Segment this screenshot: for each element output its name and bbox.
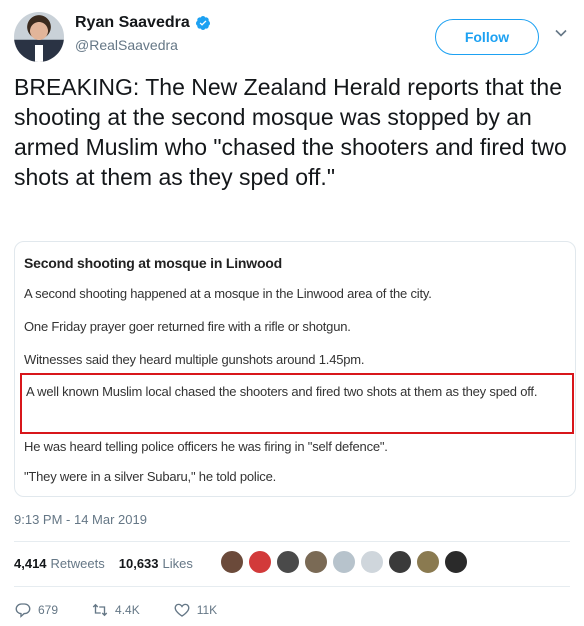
- verified-badge-icon: [195, 16, 210, 30]
- chevron-down-icon[interactable]: [554, 26, 568, 40]
- reply-action[interactable]: 679: [14, 601, 58, 619]
- liker-avatar[interactable]: [248, 550, 272, 574]
- author-display-name[interactable]: Ryan Saavedra: [75, 14, 190, 32]
- retweet-action-count: 4.4K: [115, 603, 140, 617]
- article-paragraph: Witnesses said they heard multiple gunsh…: [24, 352, 365, 367]
- retweet-count[interactable]: 4,414: [14, 556, 47, 571]
- divider: [14, 541, 570, 542]
- divider: [14, 586, 570, 587]
- reply-count: 679: [38, 603, 59, 617]
- article-paragraph: He was heard telling police officers he …: [24, 439, 388, 454]
- retweet-icon: [92, 603, 108, 617]
- tweet-text: BREAKING: The New Zealand Herald reports…: [14, 74, 567, 190]
- liker-avatar[interactable]: [388, 550, 412, 574]
- liker-avatar[interactable]: [332, 550, 356, 574]
- reply-icon: [15, 603, 31, 618]
- liker-avatar[interactable]: [304, 550, 328, 574]
- tweet-timestamp[interactable]: 9:13 PM - 14 Mar 2019: [14, 512, 147, 527]
- article-paragraph: A second shooting happened at a mosque i…: [24, 286, 432, 301]
- liker-avatars: [220, 550, 472, 574]
- article-paragraph: One Friday prayer goer returned fire wit…: [24, 319, 351, 334]
- tweet-header: Ryan Saavedra @RealSaavedra Follow: [14, 12, 574, 62]
- liker-avatar[interactable]: [360, 550, 384, 574]
- like-action-count: 11K: [196, 603, 218, 617]
- like-action[interactable]: 11K: [173, 601, 217, 619]
- heart-icon: [174, 603, 190, 617]
- engagement-stats: 4,414 Retweets 10,633 Likes: [14, 556, 193, 571]
- like-count[interactable]: 10,633: [119, 556, 159, 571]
- article-screenshot[interactable]: Second shooting at mosque in Linwood A s…: [14, 241, 576, 497]
- author-name-row: Ryan Saavedra: [75, 14, 211, 32]
- follow-button[interactable]: Follow: [435, 19, 539, 55]
- retweet-label[interactable]: Retweets: [51, 556, 105, 571]
- liker-avatar[interactable]: [444, 550, 468, 574]
- article-title: Second shooting at mosque in Linwood: [24, 255, 283, 271]
- tweet-actions: 679 4.4K 11K: [14, 601, 250, 619]
- avatar[interactable]: [14, 12, 64, 62]
- liker-avatar[interactable]: [276, 550, 300, 574]
- liker-avatar[interactable]: [220, 550, 244, 574]
- author-handle[interactable]: @RealSaavedra: [75, 37, 178, 53]
- article-paragraph-highlighted: A well known Muslim local chased the sho…: [26, 384, 538, 399]
- like-label[interactable]: Likes: [163, 556, 193, 571]
- article-paragraph: "They were in a silver Subaru," he told …: [24, 469, 277, 484]
- retweet-action[interactable]: 4.4K: [91, 601, 140, 619]
- highlight-box: A well known Muslim local chased the sho…: [20, 373, 574, 434]
- liker-avatar[interactable]: [416, 550, 440, 574]
